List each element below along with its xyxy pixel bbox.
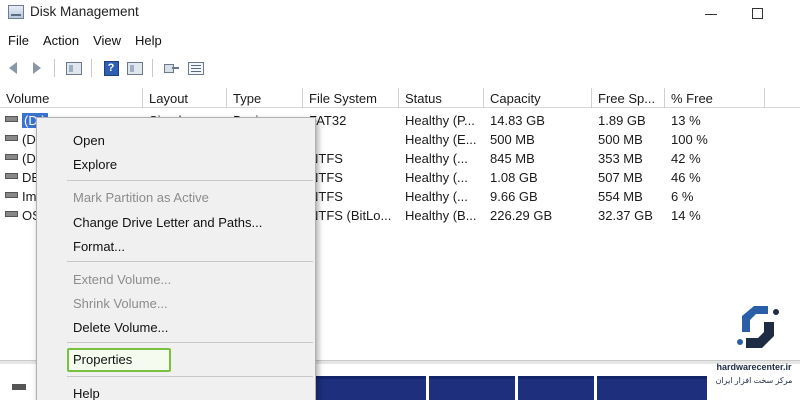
menu-item-mark-active: Mark Partition as Active bbox=[73, 190, 209, 205]
menu-item-help[interactable]: Help bbox=[37, 382, 315, 400]
volume-percent-free: 46 % bbox=[671, 170, 701, 185]
volume-free-space: 507 MB bbox=[598, 170, 643, 185]
title-bar: Disk Management bbox=[0, 0, 800, 26]
volume-capacity: 1.08 GB bbox=[490, 170, 538, 185]
volume-status: Healthy (E... bbox=[405, 132, 477, 147]
volume-capacity: 845 MB bbox=[490, 151, 535, 166]
column-header-capacity[interactable]: Capacity bbox=[484, 88, 592, 108]
disk-management-app-icon bbox=[8, 5, 24, 19]
volume-capacity: 9.66 GB bbox=[490, 189, 538, 204]
back-button[interactable] bbox=[2, 58, 24, 78]
volume-free-space: 32.37 GB bbox=[598, 208, 653, 223]
menu-item-properties[interactable]: Properties bbox=[37, 348, 315, 370]
partition-bar[interactable] bbox=[429, 376, 515, 400]
panel-view-icon bbox=[127, 61, 143, 75]
menu-item-change-drive-letter[interactable]: Change Drive Letter and Paths... bbox=[37, 211, 315, 233]
volume-capacity: 500 MB bbox=[490, 132, 535, 147]
volume-status: Healthy (... bbox=[405, 189, 468, 204]
menu-bar: File Action View Help bbox=[0, 31, 169, 51]
panel-view-button[interactable] bbox=[124, 58, 146, 78]
minimize-icon bbox=[705, 13, 717, 15]
menu-item-delete-volume[interactable]: Delete Volume... bbox=[37, 316, 315, 338]
menu-separator bbox=[67, 376, 313, 377]
volume-file-system: NTFS (BitLo... bbox=[309, 208, 392, 223]
toolbar: ? bbox=[0, 55, 800, 81]
menu-item-shrink-volume: Shrink Volume... bbox=[73, 296, 168, 311]
partition-bar[interactable] bbox=[312, 376, 426, 400]
volume-percent-free: 13 % bbox=[671, 113, 701, 128]
partition-bar[interactable] bbox=[597, 376, 707, 400]
minimize-button[interactable] bbox=[688, 0, 734, 26]
hardwarecenter-logo-icon bbox=[737, 306, 779, 348]
menu-help[interactable]: Help bbox=[128, 31, 169, 51]
toolbar-divider bbox=[152, 59, 153, 77]
menu-file[interactable]: File bbox=[0, 31, 36, 51]
volume-capacity: 14.83 GB bbox=[490, 113, 545, 128]
column-header-file-system[interactable]: File System bbox=[303, 88, 399, 108]
column-header-type[interactable]: Type bbox=[227, 88, 303, 108]
console-tree-icon bbox=[66, 61, 82, 75]
toolbar-divider bbox=[54, 59, 55, 77]
hardwarecenter-watermark: hardwarecenter.ir مرکز سخت افزار ایران bbox=[712, 302, 796, 398]
menu-item-format[interactable]: Format... bbox=[37, 235, 315, 257]
volume-file-system: NTFS bbox=[309, 170, 343, 185]
watermark-site: hardwarecenter.ir bbox=[716, 362, 792, 372]
volume-file-system bbox=[303, 129, 399, 148]
menu-action[interactable]: Action bbox=[36, 31, 86, 51]
column-header-status[interactable]: Status bbox=[399, 88, 484, 108]
volume-free-space: 1.89 GB bbox=[598, 113, 646, 128]
help-icon: ? bbox=[103, 60, 119, 76]
forward-button[interactable] bbox=[26, 58, 48, 78]
column-header-row: Volume Layout Type File System Status Ca… bbox=[0, 88, 800, 108]
menu-separator bbox=[67, 180, 313, 181]
key-icon bbox=[164, 62, 180, 74]
volume-status: Healthy (P... bbox=[405, 113, 475, 128]
disk-icon bbox=[12, 384, 26, 390]
volume-status: Healthy (B... bbox=[405, 208, 477, 223]
volume-free-space: 353 MB bbox=[598, 151, 643, 166]
console-tree-button[interactable] bbox=[63, 58, 85, 78]
menu-item-extend-volume: Extend Volume... bbox=[73, 272, 172, 287]
context-menu: Open Explore Mark Partition as Active Ch… bbox=[36, 117, 316, 400]
toolbar-divider bbox=[91, 59, 92, 77]
key-button[interactable] bbox=[161, 58, 183, 78]
volume-status: Healthy (... bbox=[405, 151, 468, 166]
volume-file-system: NTFS bbox=[309, 189, 343, 204]
back-arrow-icon bbox=[9, 62, 17, 74]
column-header-percent-free[interactable]: % Free bbox=[665, 88, 765, 108]
volume-percent-free: 100 % bbox=[671, 132, 708, 147]
list-view-icon bbox=[188, 61, 204, 75]
menu-view[interactable]: View bbox=[86, 31, 128, 51]
help-button[interactable]: ? bbox=[100, 58, 122, 78]
partition-bar[interactable] bbox=[518, 376, 594, 400]
volume-capacity: 226.29 GB bbox=[490, 208, 553, 223]
maximize-button[interactable] bbox=[734, 0, 780, 26]
volume-file-system: NTFS bbox=[309, 151, 343, 166]
column-header-free-space[interactable]: Free Sp... bbox=[592, 88, 665, 108]
list-view-button[interactable] bbox=[185, 58, 207, 78]
volume-percent-free: 42 % bbox=[671, 151, 701, 166]
volume-file-system: FAT32 bbox=[309, 113, 347, 128]
column-header-volume[interactable]: Volume bbox=[0, 88, 143, 108]
maximize-icon bbox=[751, 7, 763, 19]
menu-item-open[interactable]: Open bbox=[37, 129, 315, 151]
forward-arrow-icon bbox=[33, 62, 41, 74]
menu-separator bbox=[67, 342, 313, 343]
volume-free-space: 554 MB bbox=[598, 189, 643, 204]
column-header-layout[interactable]: Layout bbox=[143, 88, 227, 108]
volume-free-space: 500 MB bbox=[598, 132, 643, 147]
menu-item-explore[interactable]: Explore bbox=[37, 153, 315, 175]
volume-percent-free: 14 % bbox=[671, 208, 701, 223]
volume-status: Healthy (... bbox=[405, 170, 468, 185]
menu-separator bbox=[67, 261, 313, 262]
volume-percent-free: 6 % bbox=[671, 189, 694, 204]
window-title: Disk Management bbox=[30, 4, 139, 19]
watermark-tagline: مرکز سخت افزار ایران bbox=[715, 376, 793, 385]
